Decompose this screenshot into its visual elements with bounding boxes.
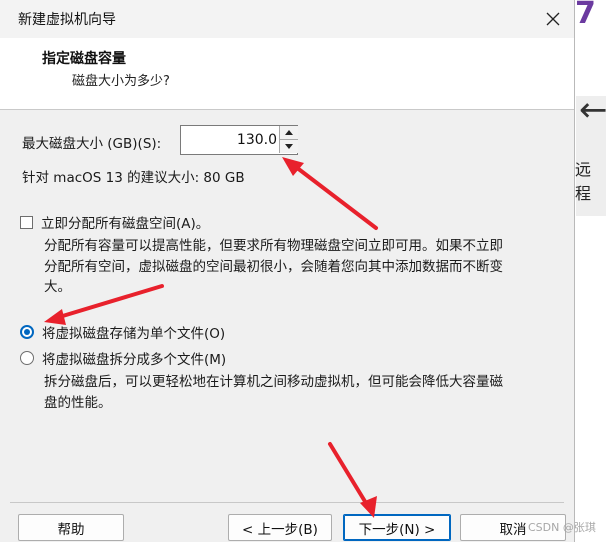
description-line: 分配所有空间，虚拟磁盘的空间最初很小，会随着您向其中添加数据而不断变 — [44, 258, 503, 275]
single-file-label: 将虚拟磁盘存储为单个文件(O) — [42, 326, 226, 342]
title-bar: 新建虚拟机向导 — [0, 0, 574, 39]
allocate-all-checkbox[interactable] — [20, 215, 33, 229]
recommended-size-text: 针对 macOS 13 的建议大小: 80 GB — [22, 170, 245, 186]
spin-down-button[interactable] — [279, 140, 298, 153]
footer-separator — [10, 502, 564, 503]
close-icon — [546, 12, 560, 26]
disk-size-stepper — [180, 125, 298, 155]
single-file-radio[interactable] — [20, 325, 34, 339]
wizard-header: 指定磁盘容量 磁盘大小为多少? — [0, 38, 574, 110]
help-button[interactable]: 帮助 — [18, 514, 124, 541]
description-line: 分配所有容量可以提高性能，但要求所有物理磁盘空间立即可用。如果不立即 — [44, 238, 503, 254]
disk-size-input[interactable] — [183, 128, 279, 152]
page-subtitle: 磁盘大小为多少? — [72, 74, 170, 89]
split-description: 拆分磁盘后，可以更轻松地在计算机之间移动虚拟机，但可能会降低大容量磁 盘的性能。 — [44, 372, 564, 413]
next-button[interactable]: 下一步(N) > — [343, 514, 451, 541]
spin-up-button[interactable] — [279, 126, 298, 140]
description-line: 拆分磁盘后，可以更轻松地在计算机之间移动虚拟机，但可能会降低大容量磁 — [44, 374, 503, 390]
disk-size-label: 最大磁盘大小 (GB)(S): — [22, 136, 162, 152]
description-line: 大。 — [44, 279, 71, 295]
split-files-radio[interactable] — [20, 351, 34, 365]
chevron-up-icon — [285, 130, 293, 135]
close-button[interactable] — [538, 5, 568, 33]
single-file-radio-row[interactable]: 将虚拟磁盘存储为单个文件(O) — [20, 322, 225, 342]
allocate-all-label: 立即分配所有磁盘空间(A)。 — [41, 216, 210, 232]
window-title: 新建虚拟机向导 — [18, 12, 116, 28]
background-version-digit: 7 — [575, 0, 596, 31]
arrow-left-icon: ← — [579, 90, 606, 130]
split-files-label: 将虚拟磁盘拆分成多个文件(M) — [42, 352, 227, 368]
new-vm-wizard-dialog: 新建虚拟机向导 指定磁盘容量 磁盘大小为多少? 最大磁盘大小 (GB)(S): … — [0, 0, 575, 542]
description-line: 盘的性能。 — [44, 394, 112, 411]
allocate-description: 分配所有容量可以提高性能，但要求所有物理磁盘空间立即可用。如果不立即 分配所有空… — [44, 236, 564, 298]
page-title: 指定磁盘容量 — [42, 51, 126, 67]
background-remote-label: 远程 — [575, 160, 592, 203]
chevron-down-icon — [285, 144, 293, 149]
watermark: CSDN @张琪 — [528, 521, 596, 534]
back-button[interactable]: < 上一步(B) — [228, 514, 332, 541]
split-files-radio-row[interactable]: 将虚拟磁盘拆分成多个文件(M) — [20, 348, 226, 368]
allocate-all-checkbox-row[interactable]: 立即分配所有磁盘空间(A)。 — [20, 212, 209, 232]
background-app — [574, 0, 606, 542]
